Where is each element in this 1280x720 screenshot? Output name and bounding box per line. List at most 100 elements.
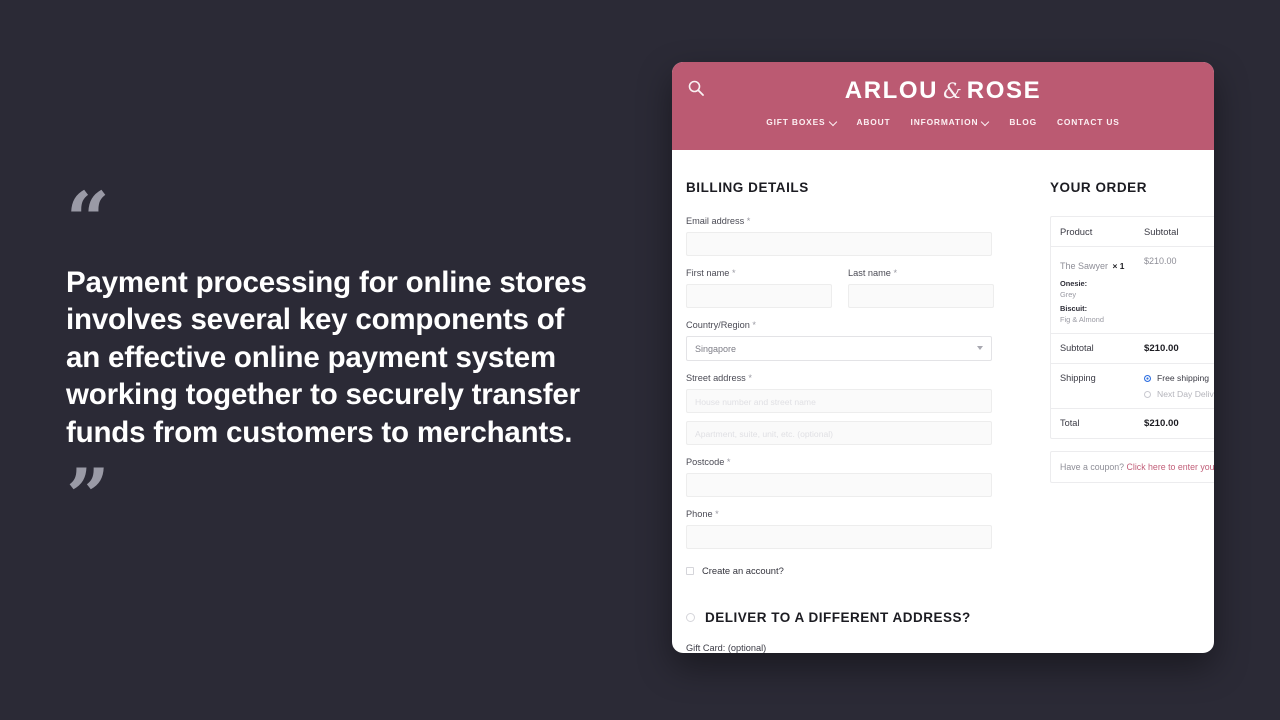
quote-open-icon: “ [66,175,110,264]
subtotal-value: $210.00 [1144,343,1179,354]
checkout-body: BILLING DETAILS Email address * First na… [672,150,1214,653]
country-label: Country/Region * [686,320,1044,330]
coupon-notice: Have a coupon? Click here to enter your … [1050,451,1214,483]
coupon-link[interactable]: Click here to enter your code [1127,462,1214,472]
phone-input[interactable] [686,525,992,549]
total-label: Total [1060,418,1080,428]
phone-label-text: Phone [686,509,713,519]
nav-item-about[interactable]: ABOUT [857,117,891,127]
quote-text: Payment processing for online stores inv… [66,266,587,449]
checkout-screenshot-card: ARLOU & ROSE GIFT BOXES ABOUT INFORMATION … [672,62,1214,653]
order-line-item: The Sawyer × 1 Onesie: Grey Biscuit: Fig… [1051,247,1214,334]
phone-field-group: Phone * [686,509,1044,549]
nav-label: ABOUT [856,117,891,127]
shipping-option-next-day[interactable]: Next Day Delivery [1144,389,1214,399]
chevron-down-icon [977,346,983,350]
shipping-option-label: Next Day Delivery [1157,389,1214,399]
nav-item-gift-boxes[interactable]: GIFT BOXES [766,117,836,127]
order-item-details: The Sawyer × 1 Onesie: Grey Biscuit: Fig… [1060,256,1144,324]
billing-column: BILLING DETAILS Email address * First na… [672,150,1044,653]
main-navigation: GIFT BOXES ABOUT INFORMATION BLOG CONTAC… [672,117,1214,127]
column-header-product: Product [1060,226,1093,237]
street-address-label-text: Street address [686,373,746,383]
billing-details-title: BILLING DETAILS [686,180,809,195]
first-name-label-text: First name [686,268,730,278]
last-name-input[interactable] [848,284,994,308]
first-name-input[interactable] [686,284,832,308]
create-account-checkbox[interactable] [686,566,694,575]
country-selected-value: Singapore [695,344,737,354]
order-item-name: The Sawyer [1060,261,1109,271]
postcode-field-group: Postcode * [686,457,1044,497]
shipping-radio-next-day[interactable] [1144,390,1151,398]
nav-item-blog[interactable]: BLOG [1009,117,1037,127]
shipping-label: Shipping [1060,373,1096,383]
phone-label: Phone * [686,509,1044,519]
required-mark: * [748,373,752,383]
shipping-option-free[interactable]: Free shipping [1144,373,1214,383]
coupon-prompt: Have a coupon? [1060,462,1125,472]
quote-panel: “ Payment processing for online stores i… [66,175,626,542]
email-field-group: Email address * [686,216,1044,256]
different-address-row[interactable]: DELIVER TO A DIFFERENT ADDRESS? [686,610,1044,625]
order-item-meta-key: Biscuit: [1060,304,1088,313]
gift-card-label: Gift Card: (optional) [686,643,767,653]
last-name-field-group: Last name * [848,268,994,308]
order-table-header: Product Subtotal [1051,217,1214,247]
chevron-down-icon [830,118,837,125]
nav-item-information[interactable]: INFORMATION [911,117,990,127]
logo-word-right: ROSE [966,77,1042,104]
chevron-down-icon [982,118,989,125]
order-shipping-row: Shipping Free shipping Next Day Delivery [1051,364,1214,409]
create-account-row[interactable]: Create an account? [686,565,1044,576]
shipping-option-label: Free shipping [1157,373,1210,383]
create-account-label: Create an account? [702,565,784,576]
country-label-text: Country/Region [686,320,750,330]
postcode-label-text: Postcode [686,457,725,467]
search-icon[interactable] [686,78,706,98]
first-name-field-group: First name * [686,268,832,308]
order-item-meta-value: Grey [1060,290,1077,299]
email-input[interactable] [686,232,992,256]
subtotal-label: Subtotal [1060,343,1094,353]
country-field-group: Country/Region * Singapore [686,320,1044,361]
order-item-meta-value: Fig & Almond [1060,315,1104,324]
shipping-radio-free-selected[interactable] [1144,374,1151,382]
required-mark: * [731,268,736,278]
screenshot-stage: “ Payment processing for online stores i… [0,0,1280,720]
nav-item-contact-us[interactable]: CONTACT US [1057,117,1120,127]
your-order-title: YOUR ORDER [1050,180,1148,195]
street-address-2-input[interactable]: Apartment, suite, unit, etc. (optional) [686,421,992,445]
order-item-price: $210.00 [1144,256,1177,266]
site-logo[interactable]: ARLOU & ROSE [672,62,1214,105]
postcode-label: Postcode * [686,457,1044,467]
order-item-meta-key: Onesie: [1060,279,1088,288]
logo-ampersand: & [943,79,962,103]
required-mark: * [893,268,898,278]
nav-label: INFORMATION [910,117,979,127]
site-header: ARLOU & ROSE GIFT BOXES ABOUT INFORMATION … [672,62,1214,150]
order-subtotal-row: Subtotal $210.00 [1051,334,1214,364]
order-item-quantity: × 1 [1112,261,1125,271]
required-mark: * [715,509,719,519]
nav-label: BLOG [1009,117,1037,127]
different-address-checkbox[interactable] [686,613,695,622]
order-total-row: Total $210.00 [1051,409,1214,438]
postcode-input[interactable] [686,473,992,497]
country-select[interactable]: Singapore [686,336,992,361]
required-mark: * [746,216,751,226]
required-mark: * [726,457,731,467]
email-label: Email address * [686,216,1044,226]
street-address-field-group: Street address * House number and street… [686,373,1044,445]
order-review-table: Product Subtotal The Sawyer × 1 Onesie: … [1050,216,1214,439]
nav-label: GIFT BOXES [766,117,826,127]
total-value: $210.00 [1144,418,1179,429]
logo-word-left: ARLOU [844,77,939,104]
street-address-input[interactable]: House number and street name [686,389,992,413]
quote-close-icon: ” [66,452,110,542]
column-header-subtotal: Subtotal [1144,226,1179,237]
order-column: YOUR ORDER Product Subtotal The Sawyer ×… [1044,150,1214,653]
different-address-label: DELIVER TO A DIFFERENT ADDRESS? [705,610,971,625]
last-name-label-text: Last name [848,268,891,278]
email-label-text: Email address [686,216,745,226]
